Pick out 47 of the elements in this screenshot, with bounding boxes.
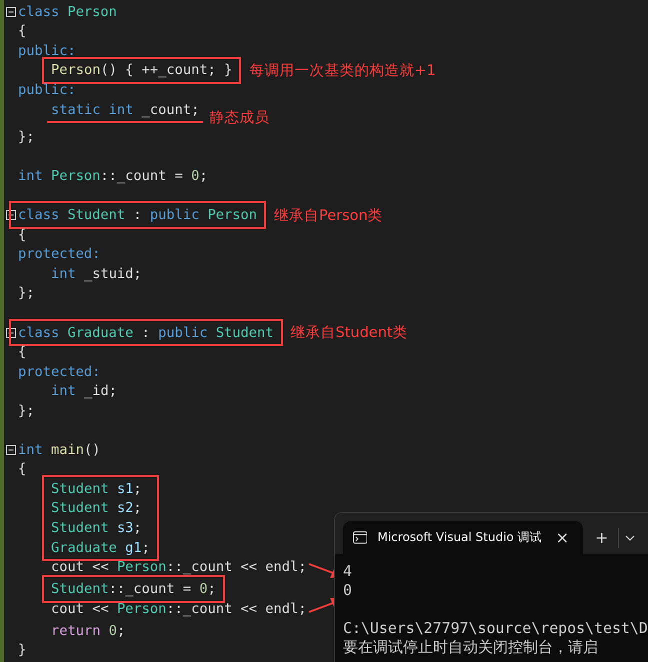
code-line: {: [18, 226, 26, 245]
code-line: class Student : public Person: [18, 206, 258, 226]
code-line: Student s3;: [51, 518, 143, 538]
console-icon: [353, 531, 368, 544]
tab-title: Microsoft Visual Studio 调试: [377, 529, 542, 546]
code-line: {: [18, 460, 26, 480]
code-line: Student s2;: [51, 499, 143, 518]
code-line: {: [18, 22, 26, 42]
code-line: int main(): [18, 440, 100, 460]
collapse-icon[interactable]: [6, 210, 16, 220]
code-line: protected:: [18, 245, 100, 264]
code-line: {: [18, 343, 26, 362]
close-button[interactable]: ×: [552, 528, 573, 547]
annotation-note: 静态成员: [209, 109, 270, 128]
code-line: class Graduate : public Student: [18, 324, 274, 342]
console-output-line: C:\Users\27797\source\repos\test\D: [343, 619, 648, 637]
code-line: Student::_count = 0;: [51, 580, 216, 599]
annotation-note: 每调用一次基类的构造就+1: [249, 62, 436, 80]
code-line: };: [18, 128, 34, 147]
collapse-icon[interactable]: [6, 6, 16, 17]
code-line: class Person: [18, 2, 117, 22]
terminal-tab[interactable]: Microsoft Visual Studio 调试 ×: [343, 521, 583, 554]
code-line: public:: [18, 80, 76, 100]
code-line: };: [18, 284, 34, 304]
annotation-note: 继承自Person类: [274, 206, 383, 226]
new-tab-button[interactable]: +: [591, 528, 612, 547]
code-line: Student s1;: [51, 480, 143, 499]
console-output-line: 要在调试停止时自动关闭控制台，请启: [343, 638, 598, 656]
code-line: Person() { ++_count; }: [51, 61, 232, 80]
console-output-line: 4: [343, 562, 352, 580]
code-line: public:: [18, 42, 76, 61]
collapse-icon[interactable]: [6, 328, 16, 338]
code-line: }: [18, 641, 26, 660]
collapse-icon[interactable]: [6, 444, 16, 455]
console-output-line: 0: [343, 581, 352, 599]
dropdown-icon[interactable]: [625, 534, 636, 540]
code-line: int _stuid;: [51, 264, 142, 284]
code-line: static int _count;: [51, 100, 200, 120]
code-line: return 0;: [51, 622, 126, 640]
code-line: int Person::_count = 0;: [18, 167, 208, 186]
annotation-note: 继承自Student类: [290, 324, 408, 342]
code-line: protected:: [18, 362, 100, 382]
code-line: cout << Person::_count << endl;: [51, 558, 306, 577]
code-line: Graduate g1;: [51, 538, 150, 558]
code-line: cout << Person::_count << endl;: [51, 600, 306, 618]
code-line: };: [18, 402, 34, 420]
code-line: int _id;: [51, 382, 117, 401]
